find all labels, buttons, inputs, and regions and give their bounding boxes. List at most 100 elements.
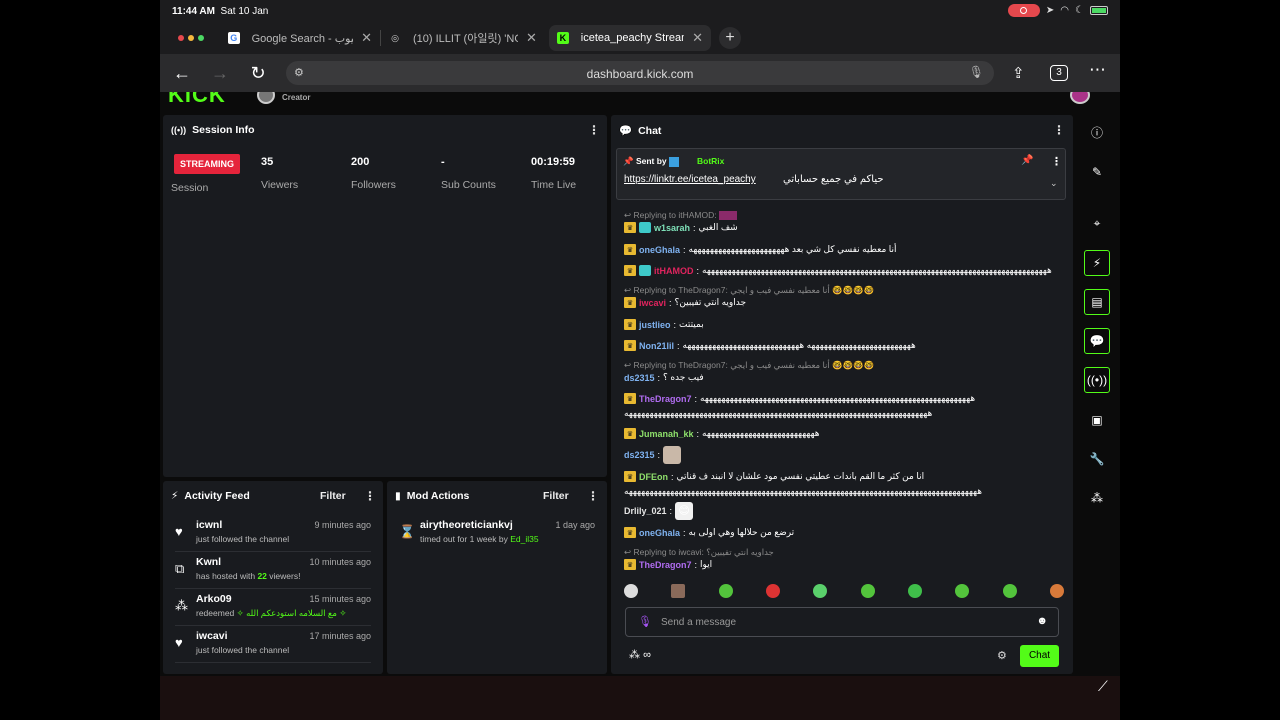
pin-icon[interactable]: 📌 <box>1021 155 1033 166</box>
more-menu-icon[interactable]: ⋯ <box>1089 60 1106 80</box>
pinned-link[interactable]: https://linktr.ee/icetea_peachy <box>624 174 756 185</box>
back-icon[interactable]: ← <box>163 63 201 84</box>
document-icon: ▮ <box>395 490 401 502</box>
microphone-icon[interactable]: 🎙 <box>638 615 652 628</box>
session-info-title: ((•)) Session Info <box>171 124 255 136</box>
subs-value: - <box>441 156 445 168</box>
session-info-panel: ((•)) Session Info ⋮ STREAMING Session 35… <box>163 115 607 477</box>
heart-icon: ♥ <box>175 635 183 650</box>
reload-icon[interactable]: ↻ <box>239 63 277 84</box>
mod-actions-panel: ▮ Mod Actions Filter ⋮ ⌛ airytheoretician… <box>387 481 607 674</box>
emote-icon[interactable] <box>1049 584 1064 598</box>
more-options-icon[interactable]: ⋮ <box>1051 155 1062 168</box>
microphone-icon[interactable]: 🎙 <box>969 65 984 79</box>
tab-count-button[interactable]: 3 <box>1050 65 1068 81</box>
close-tab-icon[interactable]: ✕ <box>692 30 703 46</box>
more-options-icon[interactable]: ⋮ <box>587 489 599 503</box>
emote-icon[interactable] <box>907 584 922 598</box>
battery-icon <box>1090 6 1108 15</box>
url-field[interactable]: ⚙ dashboard.kick.com 🎙 <box>286 61 994 85</box>
emote-icon[interactable] <box>955 584 970 598</box>
chat-message-cont: هههههههههههههههههههههههههههههههههههههههه… <box>624 486 983 496</box>
viewers-value: 35 <box>261 156 274 168</box>
chat-input[interactable]: 🎙 Send a message ☻ <box>625 607 1059 637</box>
chat-toggle-icon[interactable]: 💬 <box>1084 328 1110 354</box>
wifi-icon: ◠ <box>1060 5 1070 16</box>
chat-settings-icon[interactable]: ⚙ <box>997 649 1007 662</box>
activity-feed-panel: ⚡ Activity Feed Filter ⋮ ♥ icwnl 9 minute… <box>163 481 383 674</box>
emote-icon[interactable] <box>671 584 686 598</box>
mod-actions-title: ▮ Mod Actions <box>395 490 470 502</box>
reply-context: ↩ Replying to itHAMOD: <box>624 210 737 221</box>
more-options-icon[interactable]: ⋮ <box>588 123 600 137</box>
creator-label: Creator <box>282 93 311 102</box>
reply-context: ↩ Replying to TheDragon7: أنا معطيه نفسي… <box>624 360 875 370</box>
address-bar-row: ← → ↻ ⚙ dashboard.kick.com 🎙 ⇪ ⋯ <box>160 54 1120 92</box>
emote-icon[interactable] <box>718 584 733 598</box>
activity-filter-button[interactable]: Filter <box>320 490 346 502</box>
time-live-value: 00:19:59 <box>531 156 576 168</box>
pinned-message: 📌 Sent by BotRix 📌 ⋮ https://linktr.ee/i… <box>616 148 1066 200</box>
chat-message: ♛ iwcavi: جداويه انتي تفيبين؟ <box>624 297 746 308</box>
send-chat-button[interactable]: Chat <box>1020 645 1059 667</box>
emote-icon[interactable] <box>1002 584 1017 598</box>
layout-icon[interactable]: ▣ <box>1084 407 1110 433</box>
avatar[interactable] <box>257 92 275 104</box>
screen-record-icon[interactable] <box>1007 4 1040 17</box>
share-icon[interactable]: ⇪ <box>1012 64 1025 82</box>
chat-message: ♛ justlieo: بميتتت <box>624 319 704 330</box>
activity-feed-title: ⚡ Activity Feed <box>171 490 250 502</box>
more-options-icon[interactable]: ⋮ <box>364 489 376 503</box>
status-icons: ➤ ◠ ☾ <box>1007 4 1108 17</box>
pinned-sender[interactable]: BotRix <box>697 156 724 166</box>
chat-bubble-icon: 💬 <box>619 125 633 137</box>
broadcast-icon: ((•)) <box>171 125 187 135</box>
browser-tab-bar: G Google Search - يوتيوب ✕ ◎ (10) ILLIT … <box>160 22 1120 54</box>
emote-image <box>663 446 682 464</box>
status-time: 11:44 AM Sat 10 Jan <box>172 6 269 17</box>
activity-item: ⧉ Kwnl 10 minutes ago has hosted with 22… <box>175 553 371 589</box>
new-tab-button[interactable]: + <box>719 27 741 49</box>
globe-icon: ◎ <box>391 32 399 43</box>
emoji-picker-icon[interactable]: ☻ <box>1036 615 1048 627</box>
forward-icon[interactable]: → <box>201 63 239 84</box>
chat-input-placeholder: Send a message <box>661 617 737 628</box>
wrench-icon[interactable]: 🔧 <box>1084 446 1110 472</box>
user-avatar[interactable] <box>1070 92 1090 104</box>
botrix-logo <box>669 156 680 167</box>
focus-icon[interactable]: ⌖ <box>1084 210 1110 236</box>
channel-points-icon[interactable]: ⁂ ∞ <box>629 648 651 661</box>
streaming-badge: STREAMING <box>174 154 240 174</box>
activity-item: ⁂ Arko09 15 minutes ago redeemed ✧ مع ال… <box>175 590 371 626</box>
edit-icon[interactable]: ✎ <box>1084 159 1110 185</box>
pinned-text: حياكم في جميع حساباتي <box>783 174 884 185</box>
emote-icon[interactable] <box>813 584 828 598</box>
emote-icon[interactable] <box>765 584 780 598</box>
close-tab-icon[interactable]: ✕ <box>361 30 372 46</box>
chat-message: ♛ TheDragon7: هههههههههههههههههههههههههههه… <box>624 393 975 404</box>
tab-youtube[interactable]: ◎ (10) ILLIT (아일릿) 'NOT C ✕ <box>381 25 547 51</box>
window-dots-icon[interactable] <box>178 35 220 41</box>
emote-icon[interactable] <box>624 584 638 598</box>
chevron-down-icon[interactable]: ⌄ <box>1050 178 1058 189</box>
mod-actions-icon[interactable]: ▤ <box>1084 289 1110 315</box>
points-icon[interactable]: ⁂ <box>1084 485 1110 511</box>
chat-message: ♛ oneGhala: ترضع من حلالها وهي اولى به <box>624 527 794 538</box>
tab-google-search[interactable]: G Google Search - يوتيوب ✕ <box>220 25 380 51</box>
more-options-icon[interactable]: ⋮ <box>1053 123 1065 137</box>
tab-kick-stream[interactable]: K icetea_peachy Stream - ✕ <box>549 25 711 51</box>
mod-filter-button[interactable]: Filter <box>543 490 569 502</box>
quick-actions-icon[interactable]: ⚡ <box>1084 250 1110 276</box>
session-label: Session <box>171 182 209 194</box>
kick-header: KICK Creator <box>160 92 1120 105</box>
chat-message: Drlily_021: 😊 <box>624 502 694 520</box>
activity-item: ♥ iwcavi 17 minutes ago just followed th… <box>175 627 371 663</box>
session-info-icon[interactable]: ((•)) <box>1084 367 1110 393</box>
hourglass-icon: ⌛ <box>399 524 416 539</box>
ipad-screen: 11:44 AM Sat 10 Jan ➤ ◠ ☾ G Google Searc… <box>160 0 1120 720</box>
close-tab-icon[interactable]: ✕ <box>526 30 537 46</box>
heart-icon: ♥ <box>175 524 183 539</box>
kick-logo[interactable]: KICK <box>168 92 226 105</box>
info-icon[interactable]: ⓘ <box>1084 119 1110 145</box>
emote-icon[interactable] <box>860 584 875 598</box>
